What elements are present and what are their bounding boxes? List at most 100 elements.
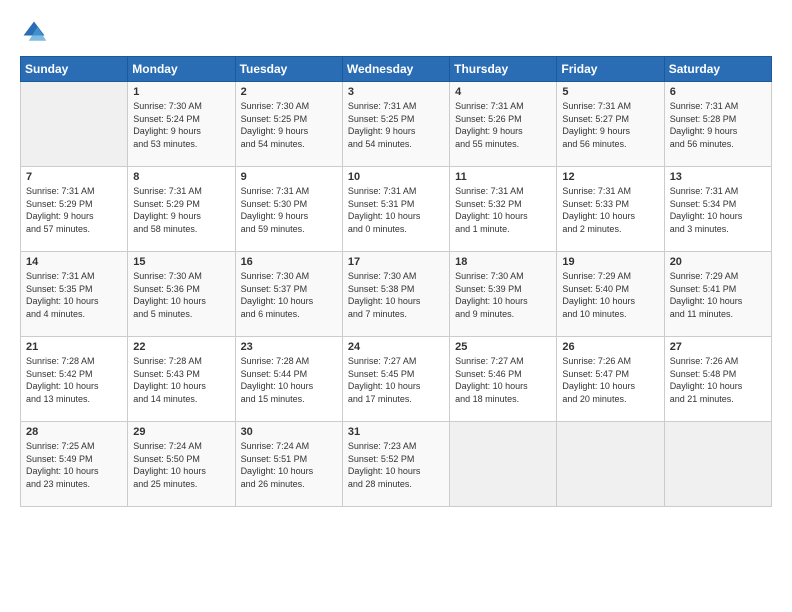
day-info: Sunrise: 7:25 AM Sunset: 5:49 PM Dayligh… <box>26 440 122 490</box>
day-info: Sunrise: 7:31 AM Sunset: 5:31 PM Dayligh… <box>348 185 444 235</box>
day-cell: 30 Sunrise: 7:24 AM Sunset: 5:51 PM Dayli… <box>235 422 342 507</box>
day-number: 10 <box>348 171 444 183</box>
calendar: SundayMondayTuesdayWednesdayThursdayFrid… <box>20 56 772 507</box>
day-cell <box>557 422 664 507</box>
day-number: 6 <box>670 86 766 98</box>
day-cell: 15 Sunrise: 7:30 AM Sunset: 5:36 PM Dayli… <box>128 252 235 337</box>
day-number: 11 <box>455 171 551 183</box>
day-number: 29 <box>133 426 229 438</box>
day-number: 8 <box>133 171 229 183</box>
day-cell: 17Sunrise: 7:30 AM Sunset: 5:38 PM Dayli… <box>342 252 449 337</box>
weekday-header-monday: Monday <box>128 57 235 82</box>
day-cell: 1 Sunrise: 7:30 AM Sunset: 5:24 PM Daylig… <box>128 82 235 167</box>
day-number: 30 <box>241 426 337 438</box>
day-number: 12 <box>562 171 658 183</box>
day-info: Sunrise: 7:29 AM Sunset: 5:40 PM Dayligh… <box>562 270 658 320</box>
day-info: Sunrise: 7:24 AM Sunset: 5:51 PM Dayligh… <box>241 440 337 490</box>
day-info: Sunrise: 7:31 AM Sunset: 5:29 PM Dayligh… <box>26 185 122 235</box>
day-info: Sunrise: 7:31 AM Sunset: 5:32 PM Dayligh… <box>455 185 551 235</box>
day-number: 22 <box>133 341 229 353</box>
day-number: 5 <box>562 86 658 98</box>
weekday-header-friday: Friday <box>557 57 664 82</box>
day-cell: 7 Sunrise: 7:31 AM Sunset: 5:29 PM Daylig… <box>21 167 128 252</box>
day-info: Sunrise: 7:31 AM Sunset: 5:29 PM Dayligh… <box>133 185 229 235</box>
day-info: Sunrise: 7:30 AM Sunset: 5:24 PM Dayligh… <box>133 100 229 150</box>
day-info: Sunrise: 7:28 AM Sunset: 5:42 PM Dayligh… <box>26 355 122 405</box>
day-cell: 6 Sunrise: 7:31 AM Sunset: 5:28 PM Daylig… <box>664 82 771 167</box>
page: SundayMondayTuesdayWednesdayThursdayFrid… <box>0 0 792 612</box>
day-info: Sunrise: 7:31 AM Sunset: 5:35 PM Dayligh… <box>26 270 122 320</box>
day-number: 7 <box>26 171 122 183</box>
day-info: Sunrise: 7:30 AM Sunset: 5:36 PM Dayligh… <box>133 270 229 320</box>
day-number: 16 <box>241 256 337 268</box>
day-cell: 19 Sunrise: 7:29 AM Sunset: 5:40 PM Dayli… <box>557 252 664 337</box>
day-number: 21 <box>26 341 122 353</box>
day-number: 9 <box>241 171 337 183</box>
day-cell: 5 Sunrise: 7:31 AM Sunset: 5:27 PM Daylig… <box>557 82 664 167</box>
day-number: 20 <box>670 256 766 268</box>
day-number: 13 <box>670 171 766 183</box>
day-number: 24 <box>348 341 444 353</box>
day-cell: 26 Sunrise: 7:26 AM Sunset: 5:47 PM Dayli… <box>557 337 664 422</box>
day-info: Sunrise: 7:28 AM Sunset: 5:43 PM Dayligh… <box>133 355 229 405</box>
week-row-1: 1 Sunrise: 7:30 AM Sunset: 5:24 PM Daylig… <box>21 82 772 167</box>
week-row-5: 28 Sunrise: 7:25 AM Sunset: 5:49 PM Dayli… <box>21 422 772 507</box>
header <box>20 18 772 46</box>
day-cell: 29 Sunrise: 7:24 AM Sunset: 5:50 PM Dayli… <box>128 422 235 507</box>
day-number: 1 <box>133 86 229 98</box>
day-info: Sunrise: 7:29 AM Sunset: 5:41 PM Dayligh… <box>670 270 766 320</box>
logo <box>20 18 52 46</box>
day-info: Sunrise: 7:26 AM Sunset: 5:48 PM Dayligh… <box>670 355 766 405</box>
day-cell: 3Sunrise: 7:31 AM Sunset: 5:25 PM Daylig… <box>342 82 449 167</box>
week-row-4: 21 Sunrise: 7:28 AM Sunset: 5:42 PM Dayli… <box>21 337 772 422</box>
day-info: Sunrise: 7:26 AM Sunset: 5:47 PM Dayligh… <box>562 355 658 405</box>
day-cell: 11 Sunrise: 7:31 AM Sunset: 5:32 PM Dayli… <box>450 167 557 252</box>
day-info: Sunrise: 7:31 AM Sunset: 5:27 PM Dayligh… <box>562 100 658 150</box>
day-cell <box>21 82 128 167</box>
day-cell <box>664 422 771 507</box>
day-cell: 22 Sunrise: 7:28 AM Sunset: 5:43 PM Dayli… <box>128 337 235 422</box>
week-row-3: 14 Sunrise: 7:31 AM Sunset: 5:35 PM Dayli… <box>21 252 772 337</box>
day-cell: 14 Sunrise: 7:31 AM Sunset: 5:35 PM Dayli… <box>21 252 128 337</box>
weekday-header-thursday: Thursday <box>450 57 557 82</box>
day-info: Sunrise: 7:30 AM Sunset: 5:37 PM Dayligh… <box>241 270 337 320</box>
weekday-header-wednesday: Wednesday <box>342 57 449 82</box>
day-cell: 16 Sunrise: 7:30 AM Sunset: 5:37 PM Dayli… <box>235 252 342 337</box>
day-number: 31 <box>348 426 444 438</box>
day-cell: 24 Sunrise: 7:27 AM Sunset: 5:45 PM Dayli… <box>342 337 449 422</box>
day-info: Sunrise: 7:24 AM Sunset: 5:50 PM Dayligh… <box>133 440 229 490</box>
day-cell: 31Sunrise: 7:23 AM Sunset: 5:52 PM Dayli… <box>342 422 449 507</box>
weekday-header-sunday: Sunday <box>21 57 128 82</box>
weekday-header-row: SundayMondayTuesdayWednesdayThursdayFrid… <box>21 57 772 82</box>
day-cell: 13 Sunrise: 7:31 AM Sunset: 5:34 PM Dayli… <box>664 167 771 252</box>
day-number: 3 <box>348 86 444 98</box>
day-info: Sunrise: 7:31 AM Sunset: 5:33 PM Dayligh… <box>562 185 658 235</box>
week-row-2: 7 Sunrise: 7:31 AM Sunset: 5:29 PM Daylig… <box>21 167 772 252</box>
day-number: 28 <box>26 426 122 438</box>
day-info: Sunrise: 7:30 AM Sunset: 5:25 PM Dayligh… <box>241 100 337 150</box>
day-cell: 25 Sunrise: 7:27 AM Sunset: 5:46 PM Dayli… <box>450 337 557 422</box>
weekday-header-saturday: Saturday <box>664 57 771 82</box>
day-info: Sunrise: 7:27 AM Sunset: 5:46 PM Dayligh… <box>455 355 551 405</box>
day-cell: 10 Sunrise: 7:31 AM Sunset: 5:31 PM Dayli… <box>342 167 449 252</box>
day-cell <box>450 422 557 507</box>
day-number: 27 <box>670 341 766 353</box>
day-cell: 2Sunrise: 7:30 AM Sunset: 5:25 PM Daylig… <box>235 82 342 167</box>
day-number: 26 <box>562 341 658 353</box>
day-number: 19 <box>562 256 658 268</box>
day-number: 25 <box>455 341 551 353</box>
weekday-header-tuesday: Tuesday <box>235 57 342 82</box>
day-number: 18 <box>455 256 551 268</box>
day-cell: 4Sunrise: 7:31 AM Sunset: 5:26 PM Daylig… <box>450 82 557 167</box>
day-number: 14 <box>26 256 122 268</box>
day-info: Sunrise: 7:31 AM Sunset: 5:34 PM Dayligh… <box>670 185 766 235</box>
day-number: 4 <box>455 86 551 98</box>
day-info: Sunrise: 7:27 AM Sunset: 5:45 PM Dayligh… <box>348 355 444 405</box>
day-info: Sunrise: 7:31 AM Sunset: 5:28 PM Dayligh… <box>670 100 766 150</box>
day-number: 15 <box>133 256 229 268</box>
day-cell: 28 Sunrise: 7:25 AM Sunset: 5:49 PM Dayli… <box>21 422 128 507</box>
day-info: Sunrise: 7:30 AM Sunset: 5:38 PM Dayligh… <box>348 270 444 320</box>
day-cell: 9Sunrise: 7:31 AM Sunset: 5:30 PM Daylig… <box>235 167 342 252</box>
day-cell: 20 Sunrise: 7:29 AM Sunset: 5:41 PM Dayli… <box>664 252 771 337</box>
day-cell: 8 Sunrise: 7:31 AM Sunset: 5:29 PM Daylig… <box>128 167 235 252</box>
